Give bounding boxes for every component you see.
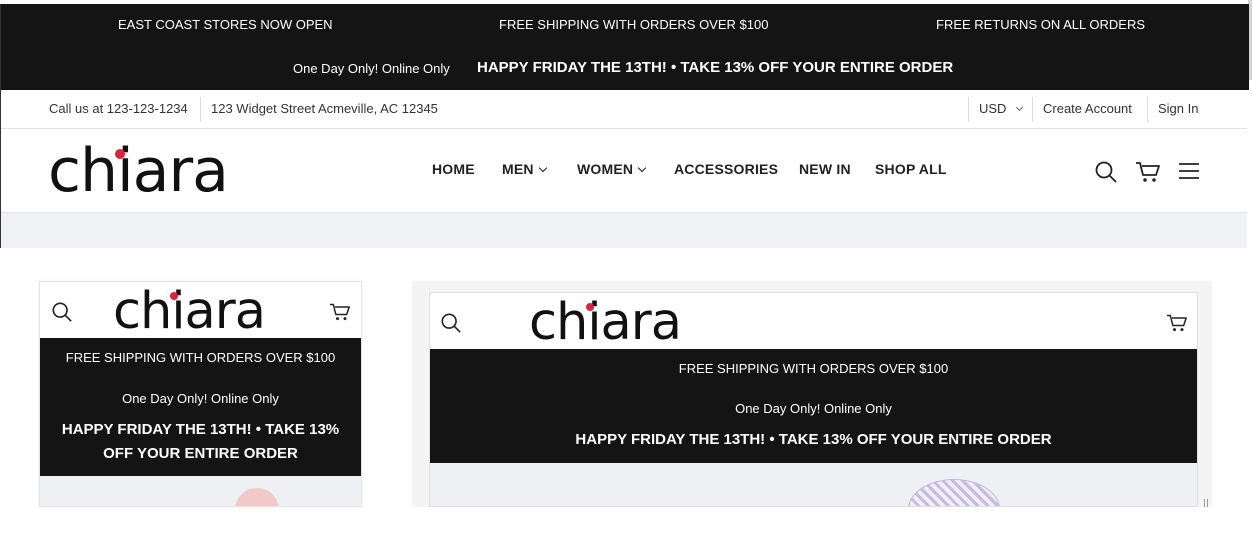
nav-new-in[interactable]: NEW IN: [799, 161, 851, 177]
preview-header: chiara: [430, 293, 1197, 349]
hero-model-shape: [235, 488, 279, 506]
preview-one-day: One Day Only! Online Only: [735, 401, 892, 416]
divider: [1147, 97, 1148, 122]
promo-free-returns: FREE RETURNS ON ALL ORDERS: [936, 17, 1146, 32]
announcement-bar: EAST COAST STORES NOW OPEN FREE SHIPPING…: [1, 4, 1249, 90]
divider: [200, 97, 201, 122]
search-icon[interactable]: [440, 312, 462, 334]
menu-icon[interactable]: [1178, 162, 1200, 180]
currency-label: USD: [979, 101, 1007, 116]
logo-text: chiara: [113, 282, 266, 341]
currency-selector[interactable]: USD: [979, 101, 1024, 116]
logo-text: chiara: [48, 136, 229, 206]
preview-hero-image: [40, 476, 361, 506]
promo-stores-open: EAST COAST STORES NOW OPEN: [118, 17, 333, 32]
nav-women-label: WOMEN: [577, 161, 634, 177]
sign-in-link[interactable]: Sign In: [1158, 101, 1198, 116]
preview-header: chiara: [40, 282, 361, 338]
search-icon[interactable]: [51, 301, 73, 323]
preview-shipping: FREE SHIPPING WITH ORDERS OVER $100: [678, 361, 949, 376]
announcement-row: EAST COAST STORES NOW OPEN FREE SHIPPING…: [1, 17, 1249, 33]
logo[interactable]: chiara: [529, 297, 682, 348]
desktop-preview-frame: chiara FREE SHIPPING WITH ORDERS OVER $1…: [412, 281, 1212, 507]
nav-women[interactable]: WOMEN: [577, 161, 647, 177]
cart-icon[interactable]: [1166, 313, 1188, 333]
content-band: [1, 213, 1247, 248]
store-address: 123 Widget Street Acmeville, AC 12345: [211, 101, 438, 116]
promo-free-shipping: FREE SHIPPING WITH ORDERS OVER $100: [499, 17, 769, 32]
logo-dot: [586, 303, 594, 311]
chevron-down-icon: [1016, 103, 1024, 112]
promo-one-day: One Day Only! Online Only: [293, 61, 450, 76]
cart-icon[interactable]: [1135, 160, 1161, 184]
logo-text: chiara: [529, 293, 682, 352]
hero-model-shape: [908, 479, 1000, 506]
nav-men-label: MEN: [502, 161, 534, 177]
search-icon[interactable]: [1094, 160, 1118, 184]
cart-icon[interactable]: [329, 302, 351, 322]
preview-promo-block: FREE SHIPPING WITH ORDERS OVER $100 One …: [40, 338, 361, 476]
nav-shop-all[interactable]: SHOP ALL: [875, 161, 947, 177]
preview-headline-line2: OFF YOUR ENTIRE ORDER: [103, 445, 298, 462]
preview-headline: HAPPY FRIDAY THE 13TH! • TAKE 13% OFF YO…: [575, 431, 1052, 448]
promo-headline: HAPPY FRIDAY THE 13TH! • TAKE 13% OFF YO…: [477, 59, 954, 76]
create-account-link[interactable]: Create Account: [1043, 101, 1132, 116]
divider: [1032, 97, 1033, 122]
nav-accessories[interactable]: ACCESSORIES: [674, 161, 778, 177]
mobile-preview-small: chiara FREE SHIPPING WITH ORDERS OVER $1…: [39, 281, 362, 507]
logo-dot: [115, 149, 125, 159]
divider: [968, 97, 969, 122]
logo[interactable]: chiara: [113, 286, 266, 337]
nav-men[interactable]: MEN: [502, 161, 547, 177]
preview-hero-image: [430, 463, 1197, 506]
phone-number[interactable]: Call us at 123-123-1234: [49, 101, 188, 116]
chevron-down-icon: [538, 163, 547, 173]
preview-shipping: FREE SHIPPING WITH ORDERS OVER $100: [65, 350, 336, 365]
utility-bar: Call us at 123-123-1234 123 Widget Stree…: [1, 90, 1247, 129]
tablet-preview: chiara FREE SHIPPING WITH ORDERS OVER $1…: [429, 292, 1198, 507]
preview-one-day: One Day Only! Online Only: [122, 391, 279, 406]
nav-home[interactable]: HOME: [432, 161, 475, 177]
chevron-down-icon: [637, 163, 647, 173]
logo[interactable]: chiara: [48, 141, 229, 201]
preview-headline-line1: HAPPY FRIDAY THE 13TH! • TAKE 13%: [61, 421, 340, 438]
preview-promo-block: FREE SHIPPING WITH ORDERS OVER $100 One …: [430, 349, 1197, 463]
logo-dot: [170, 292, 178, 300]
preview-scroll-handle[interactable]: [1204, 499, 1208, 507]
main-header: chiara HOME MEN WOMEN ACCESSORIES NEW IN…: [1, 129, 1247, 213]
